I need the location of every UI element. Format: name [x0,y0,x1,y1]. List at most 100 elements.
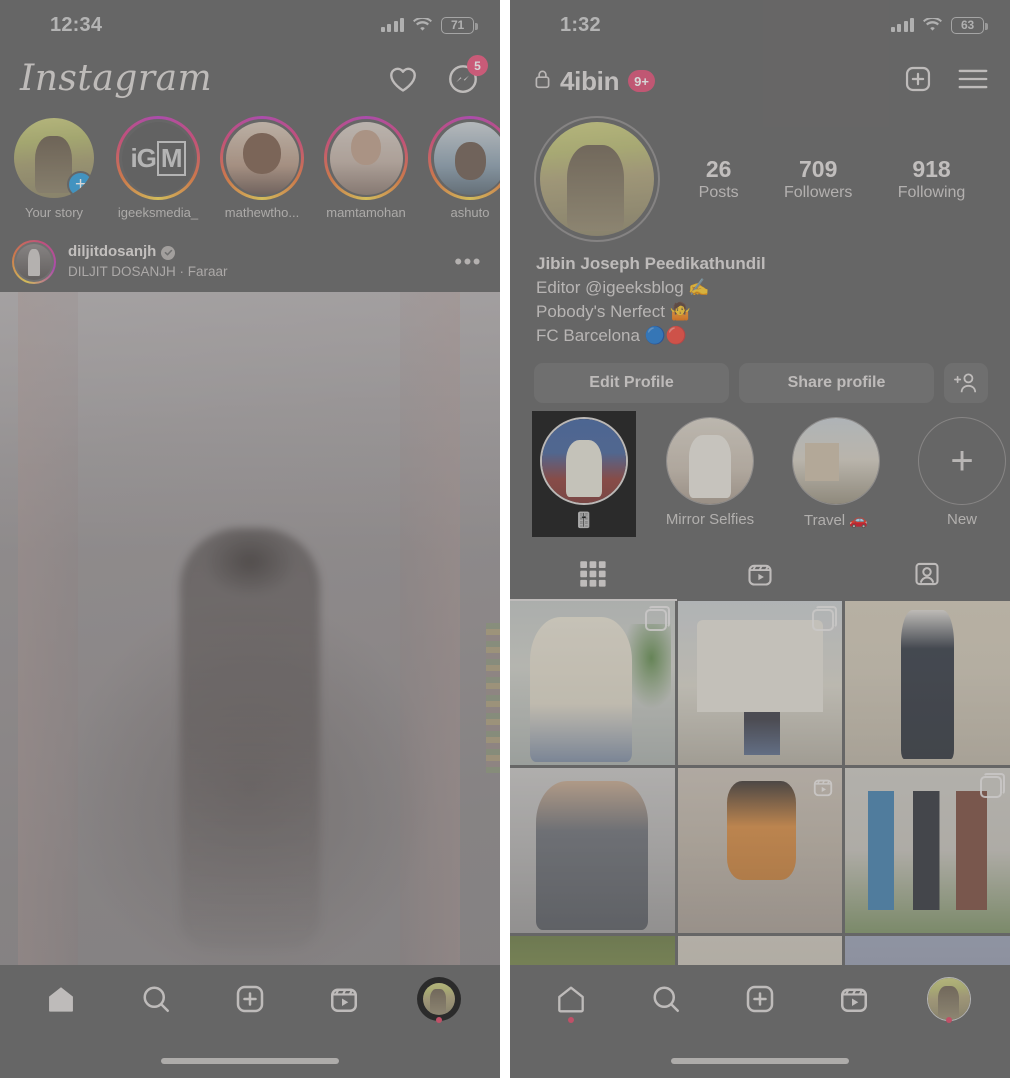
grid-cell[interactable] [845,600,1010,766]
heart-icon[interactable] [388,65,418,93]
add-new-icon[interactable] [904,65,932,98]
story-label: mamtamohan [326,205,406,220]
stories-tray[interactable]: + Your story iG M igeeksmedia_ mathewtho.… [0,108,500,230]
tab-create-post[interactable] [219,973,281,1025]
profile-avatar-icon[interactable] [926,977,971,1021]
tab-tagged[interactable] [843,560,1010,588]
status-time: 1:32 [560,13,601,36]
tab-reels[interactable] [677,560,844,588]
bio-line: Pobody's Nerfect 🤷 [536,302,691,322]
more-options-icon[interactable]: ••• [454,251,482,273]
stat-label: Posts [698,183,739,201]
highlight-item-selected[interactable]: 🎚️ [532,410,636,537]
messenger-icon[interactable]: 5 [448,55,488,94]
screenshot-canvas: 12:34 71 Instagram 5 + Your story iG M i… [0,0,1010,1078]
highlight-label: Travel 🚗 [804,511,868,529]
battery-icon: 71 [441,16,478,34]
tab-reels[interactable] [823,973,885,1025]
tab-profile[interactable] [408,973,470,1025]
tab-search[interactable] [125,973,187,1025]
story-label: Your story [24,205,84,220]
tab-profile[interactable] [918,973,980,1025]
tab-home[interactable] [30,973,92,1025]
tab-reels[interactable] [313,973,375,1025]
story-igeeksmedia[interactable]: iG M igeeksmedia_ [112,116,204,220]
post-audio-label[interactable]: DILJIT DOSANJH · Faraar [68,264,228,281]
reels-icon [812,776,834,803]
hamburger-menu-icon[interactable] [958,68,988,95]
battery-percent: 71 [451,18,464,32]
story-highlights-row[interactable]: 🎚️ Mirror Selfies Travel 🚗 + New [510,403,1010,537]
grid-cell[interactable] [510,768,675,933]
status-indicators: 63 [890,16,988,34]
highlight-label: 🎚️ [574,511,594,529]
username-switcher[interactable]: 4ibin 9+ [534,66,655,97]
tab-grid[interactable] [510,560,677,588]
tab-home[interactable] [540,973,602,1025]
panel-divider [500,0,510,1078]
profile-header: 4ibin 9+ [510,50,1010,112]
story-mamtamohan[interactable]: mamtamohan [320,116,412,220]
verified-badge-icon [161,245,176,260]
profile-avatar-icon[interactable] [416,977,461,1021]
left-phone-instagram-home: 12:34 71 Instagram 5 + Your story iG M i… [0,0,500,1078]
story-your-story[interactable]: + Your story [8,116,100,220]
bio-line: Editor @igeeksblog ✍️ [536,278,710,298]
story-label: mathewtho... [224,205,300,220]
add-highlight-plus-icon[interactable]: + [918,416,1006,505]
post-meta: diljitdosanjh DILJIT DOSANJH · Faraar [68,243,228,281]
instagram-home-header: Instagram 5 [0,50,500,108]
add-person-button[interactable] [944,362,988,403]
post-author-avatar[interactable] [12,240,56,284]
highlight-label: New [946,510,977,528]
home-indicator [161,1058,339,1064]
edit-profile-button[interactable]: Edit Profile [534,362,729,403]
post-username[interactable]: diljitdosanjh [68,243,156,262]
status-bar: 1:32 63 [510,0,1010,50]
profile-summary: 26 Posts 709 Followers 918 Following [510,112,1010,242]
highlight-item-mirror-selfies[interactable]: Mirror Selfies [658,416,762,537]
highlight-label: Mirror Selfies [665,510,755,528]
header-actions: 5 [388,55,488,94]
profile-bio: Jibin Joseph Peedikathundil Editor @igee… [510,242,1010,349]
highlight-item-travel[interactable]: Travel 🚗 [784,416,888,537]
profile-avatar[interactable] [534,116,660,242]
carousel-icon [980,773,1005,799]
highlight-item-new[interactable]: + New [910,416,1010,537]
home-notification-dot [568,1017,575,1023]
profile-header-actions [904,65,988,98]
profile-notification-dot [945,1017,952,1023]
grid-cell[interactable] [510,600,675,766]
story-ashuto[interactable]: ashuto [424,116,500,220]
grid-cell[interactable] [677,768,843,933]
stat-following[interactable]: 918 Following [898,156,966,201]
carousel-icon [644,605,670,631]
grid-cell[interactable] [677,600,843,766]
home-indicator [671,1058,849,1064]
tab-search[interactable] [635,973,697,1025]
profile-username: 4ibin [560,65,620,96]
story-mathewtho[interactable]: mathewtho... [216,116,308,220]
instagram-wordmark: Instagram [20,58,213,99]
status-time: 12:34 [50,13,103,36]
stat-value: 26 [705,156,732,183]
story-label: igeeksmedia_ [117,205,199,220]
profile-notification-dot [435,1017,442,1023]
cellular-bars-icon [890,18,914,32]
tab-create-post[interactable] [729,973,791,1025]
profile-action-buttons: Edit Profile Share profile [510,349,1010,403]
add-story-plus-icon[interactable]: + [67,171,94,198]
stat-followers[interactable]: 709 Followers [784,156,852,201]
wifi-icon [413,18,432,32]
post-media[interactable] [0,292,500,982]
stat-posts[interactable]: 26 Posts [699,156,739,201]
share-profile-button[interactable]: Share profile [739,362,934,403]
grid-cell[interactable] [845,768,1010,933]
messenger-badge: 5 [467,55,488,76]
status-indicators: 71 [380,16,478,34]
profile-tabs [510,549,1010,599]
cellular-bars-icon [380,18,404,32]
bottom-tab-bar [0,965,500,1078]
stat-value: 918 [912,156,951,183]
reels-tab-icon [748,564,772,586]
